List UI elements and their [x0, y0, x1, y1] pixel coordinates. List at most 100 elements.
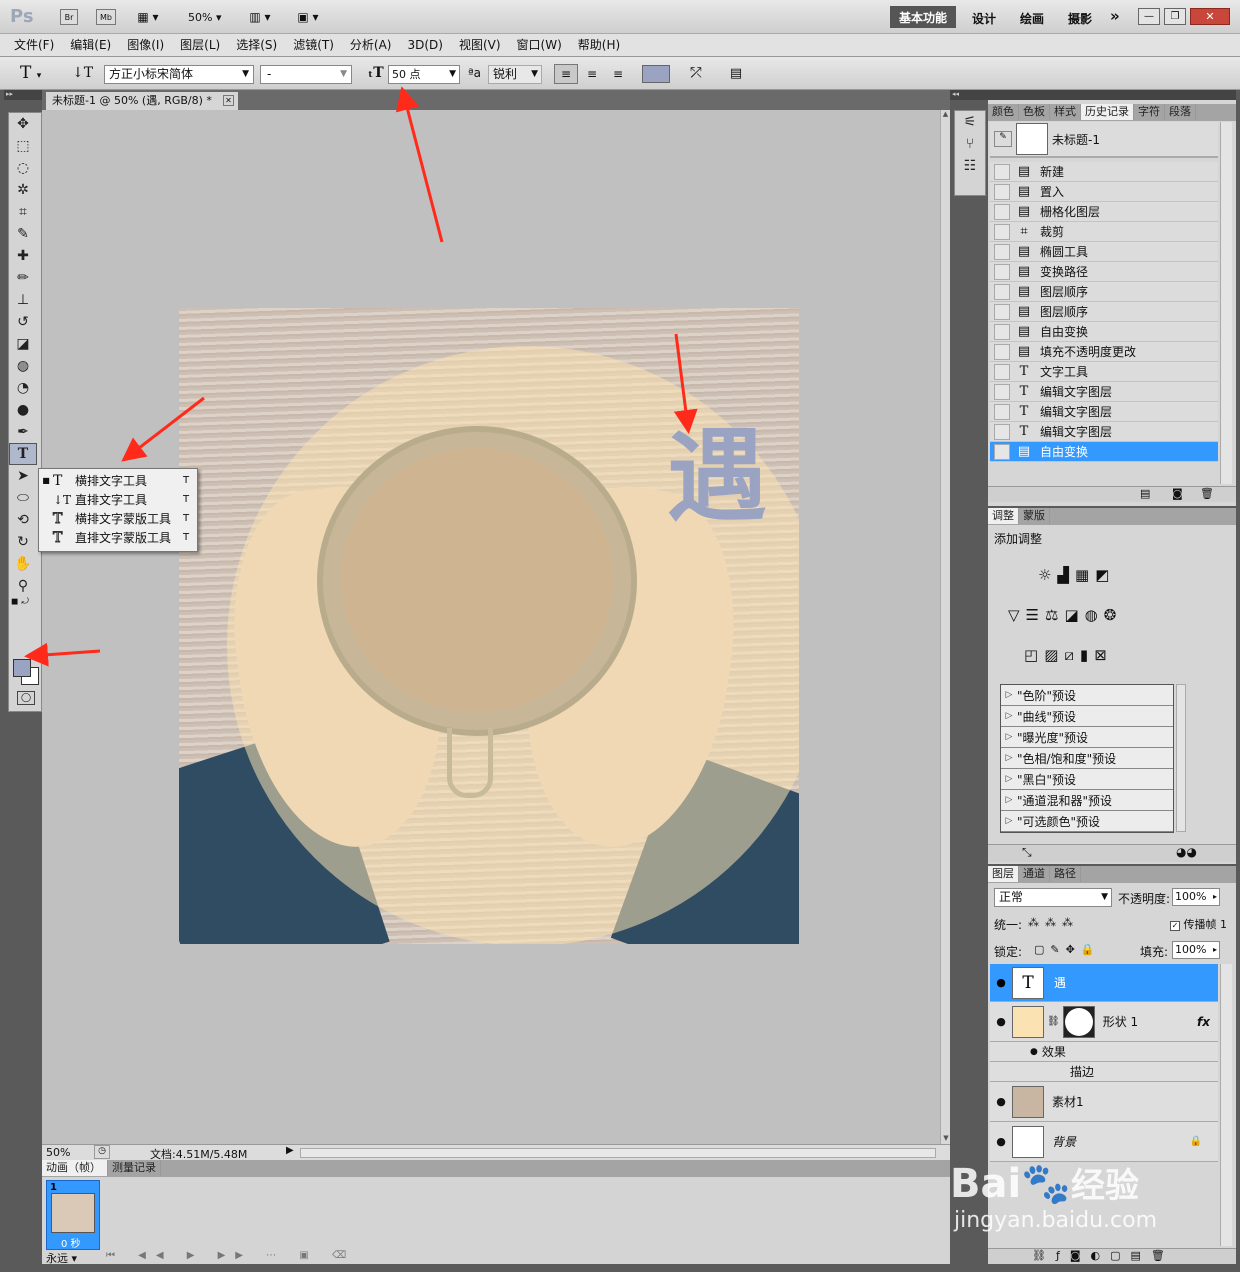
crop-tool-icon[interactable]: ⌗	[9, 201, 37, 223]
document-tab[interactable]: 未标题-1 @ 50% (遇, RGB/8) * ✕	[46, 92, 238, 110]
text-layer-glyph[interactable]: 遇	[667, 426, 767, 526]
tab-layers[interactable]: 图层	[988, 866, 1019, 882]
history-item[interactable]: ▤ 新建	[990, 162, 1218, 182]
history-item[interactable]: ▤ 栅格化图层	[990, 202, 1218, 222]
path-select-icon[interactable]: ➤	[9, 465, 37, 487]
selective-color-icon[interactable]: ⊠	[1094, 646, 1107, 664]
propagate-frame-checkbox[interactable]: ✓ 传播帧 1	[1170, 916, 1227, 932]
frame-delay[interactable]: 0 秒	[61, 1235, 81, 1250]
lasso-tool-icon[interactable]: ◌	[9, 157, 37, 179]
tab-animation[interactable]: 动画（帧）	[42, 1160, 108, 1176]
font-family-select[interactable]: 方正小标宋简体 ▼	[104, 65, 254, 84]
foreground-color-swatch[interactable]	[13, 659, 31, 677]
gradient-map-icon[interactable]: ▮	[1080, 646, 1088, 664]
3d-orbit-icon[interactable]: ↻	[9, 531, 37, 553]
dodge-tool-icon[interactable]: ●	[9, 399, 37, 421]
minimize-button[interactable]: —	[1138, 8, 1160, 25]
preset-selective-color[interactable]: ▷ "可选颜色"预设	[1001, 811, 1173, 832]
font-style-select[interactable]: - ▼	[260, 65, 352, 84]
invert-icon[interactable]: ◰	[1024, 646, 1038, 664]
menu-file[interactable]: 文件(F)	[6, 34, 62, 56]
clone-source-icon[interactable]: ⑂	[955, 133, 985, 155]
tab-masks[interactable]: 蒙版	[1019, 508, 1050, 524]
history-item[interactable]: ▤ 图层顺序	[990, 302, 1218, 322]
tab-character[interactable]: 字符	[1134, 104, 1165, 120]
preset-channel-mixer[interactable]: ▷ "通道混和器"预设	[1001, 790, 1173, 811]
preset-exposure[interactable]: ▷ "曝光度"预设	[1001, 727, 1173, 748]
history-brush-icon[interactable]: ↺	[9, 311, 37, 333]
layer-effects-icon[interactable]: fx	[1197, 1015, 1210, 1029]
lock-icons[interactable]: ▢✎✥🔒	[1034, 943, 1101, 956]
mini-bridge-button[interactable]: Mb	[96, 9, 116, 25]
history-item[interactable]: ▤ 变换路径	[990, 262, 1218, 282]
ellipse-tool-icon[interactable]: ⬭	[9, 487, 37, 509]
screen-mode-button[interactable]: ▣ ▾	[292, 9, 324, 25]
vibrance-icon[interactable]: ▽	[1008, 606, 1020, 624]
right-dock-header[interactable]	[988, 90, 1236, 100]
workspace-essentials[interactable]: 基本功能	[890, 6, 956, 28]
new-document-from-state-icon[interactable]: ▤	[1140, 487, 1150, 500]
zoom-level[interactable]: 50% ▾	[188, 11, 221, 24]
hand-tool-icon[interactable]: ✋	[9, 553, 37, 575]
flyout-horizontal-type-mask[interactable]: T 横排文字蒙版工具 T	[39, 509, 197, 528]
return-to-list-icon[interactable]: ⤡	[1022, 845, 1032, 860]
threshold-icon[interactable]: ⧄	[1064, 646, 1074, 664]
history-item[interactable]: ▤ 填充不透明度更改	[990, 342, 1218, 362]
brush-tool-icon[interactable]: ✏	[9, 267, 37, 289]
brush-preset-icon[interactable]: ⚟	[955, 111, 985, 133]
canvas-vertical-scrollbar[interactable]: ▲ ▼	[940, 110, 950, 1144]
color-balance-icon[interactable]: ⚖	[1045, 606, 1058, 624]
layer-row-image[interactable]: ● 素材1	[990, 1082, 1218, 1122]
status-menu-icon[interactable]: ◷	[94, 1145, 110, 1159]
animation-frame[interactable]: 1 0 秒	[46, 1180, 100, 1250]
hue-saturation-icon[interactable]: ☰	[1026, 606, 1039, 624]
preset-levels[interactable]: ▷ "色阶"预设	[1001, 685, 1173, 706]
stamp-tool-icon[interactable]: ⊥	[9, 289, 37, 311]
tab-adjustments[interactable]: 调整	[988, 508, 1019, 524]
tool-preset-picker[interactable]: T ▾	[20, 63, 41, 83]
align-center-button[interactable]: ≡	[580, 64, 604, 84]
history-item[interactable]: T 编辑文字图层	[990, 422, 1218, 442]
antialias-select[interactable]: 锐利 ▼	[488, 65, 542, 84]
move-tool-icon[interactable]: ✥	[9, 113, 37, 135]
tab-history[interactable]: 历史记录	[1081, 104, 1134, 120]
more-workspaces-button[interactable]: »	[1110, 7, 1120, 25]
menu-layer[interactable]: 图层(L)	[172, 34, 228, 56]
new-snapshot-icon[interactable]: ◙	[1172, 487, 1183, 500]
tab-color[interactable]: 颜色	[988, 104, 1019, 120]
tab-styles[interactable]: 样式	[1050, 104, 1081, 120]
menu-select[interactable]: 选择(S)	[228, 34, 285, 56]
visibility-eye-icon[interactable]: ●	[990, 976, 1012, 989]
photo-filter-icon[interactable]: ◍	[1085, 606, 1098, 624]
history-item[interactable]: ⌗ 裁剪	[990, 222, 1218, 242]
workspace-photography[interactable]: 摄影	[1068, 10, 1092, 27]
layer-row-text[interactable]: ● T 遇	[990, 964, 1218, 1002]
visibility-eye-icon[interactable]: ●	[990, 1095, 1012, 1108]
effects-eye-icon[interactable]: ●	[1030, 1047, 1038, 1057]
history-item[interactable]: ▤ 图层顺序	[990, 282, 1218, 302]
layers-scrollbar[interactable]	[1220, 964, 1232, 1246]
font-size-field[interactable]: 50 点 ▼	[388, 65, 460, 84]
visibility-eye-icon[interactable]: ●	[990, 1135, 1012, 1148]
horizontal-scrollbar[interactable]	[300, 1148, 936, 1158]
animation-controls[interactable]: ⏮ ◀◀ ▶ ▶▶ ⋯ ▣ ⌫	[106, 1250, 356, 1261]
tab-paths[interactable]: 路径	[1050, 866, 1081, 882]
menu-3d[interactable]: 3D(D)	[399, 34, 450, 56]
menu-image[interactable]: 图像(I)	[119, 34, 172, 56]
opacity-field[interactable]: 100% ▸	[1172, 888, 1220, 906]
adjustment-options-icon[interactable]: ◕◕	[1176, 845, 1197, 859]
paint-bucket-icon[interactable]: ◍	[9, 355, 37, 377]
tab-measurement[interactable]: 测量记录	[108, 1160, 161, 1176]
menu-edit[interactable]: 编辑(E)	[62, 34, 119, 56]
view-extras-button[interactable]: ▦ ▾	[132, 9, 164, 25]
history-scrollbar[interactable]	[1220, 122, 1232, 484]
align-right-button[interactable]: ≡	[606, 64, 630, 84]
status-arrow-button[interactable]: ▶	[286, 1145, 294, 1156]
marquee-tool-icon[interactable]: ⬚	[9, 135, 37, 157]
history-item[interactable]: ▤ 自由变换	[990, 322, 1218, 342]
toggle-orientation-icon[interactable]: ↓T	[72, 65, 93, 81]
eraser-tool-icon[interactable]: ◪	[9, 333, 37, 355]
snapshot-brush-icon[interactable]: ✎	[994, 131, 1012, 147]
workspace-design[interactable]: 设计	[972, 10, 996, 27]
posterize-icon[interactable]: ▨	[1044, 646, 1058, 664]
